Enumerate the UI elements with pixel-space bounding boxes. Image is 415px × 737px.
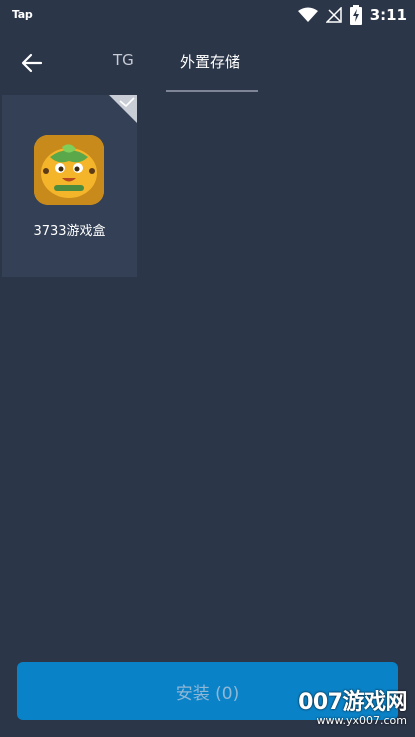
top-bar: TG 外置存储: [0, 36, 415, 92]
screen: Tap 3:11 TG 外置存储 3733游戏盒 安装 (0) 007游戏网 w…: [0, 0, 415, 737]
back-button[interactable]: [14, 48, 50, 78]
clock: 3:11: [369, 6, 407, 24]
watermark: 007游戏网 www.yx007.com: [298, 684, 407, 727]
tab-tg[interactable]: TG: [113, 51, 134, 69]
3733-app-icon: [34, 135, 104, 205]
status-icons: 3:11: [297, 4, 407, 26]
tab-external-storage[interactable]: 外置存储: [180, 51, 240, 72]
carrier-label: Tap: [12, 8, 33, 21]
app-tile[interactable]: 3733游戏盒: [2, 95, 137, 277]
battery-charging-icon: [349, 5, 362, 25]
arrow-left-icon: [21, 53, 43, 73]
watermark-brand: 007游戏网: [298, 690, 407, 715]
no-signal-icon: [325, 7, 342, 23]
status-bar: Tap 3:11: [0, 0, 415, 30]
wifi-icon: [297, 7, 318, 22]
active-tab-indicator: [166, 90, 258, 92]
checkmark-corner-icon[interactable]: [109, 95, 137, 123]
app-name: 3733游戏盒: [33, 224, 106, 239]
install-button-label: 安装 (0): [175, 683, 240, 704]
